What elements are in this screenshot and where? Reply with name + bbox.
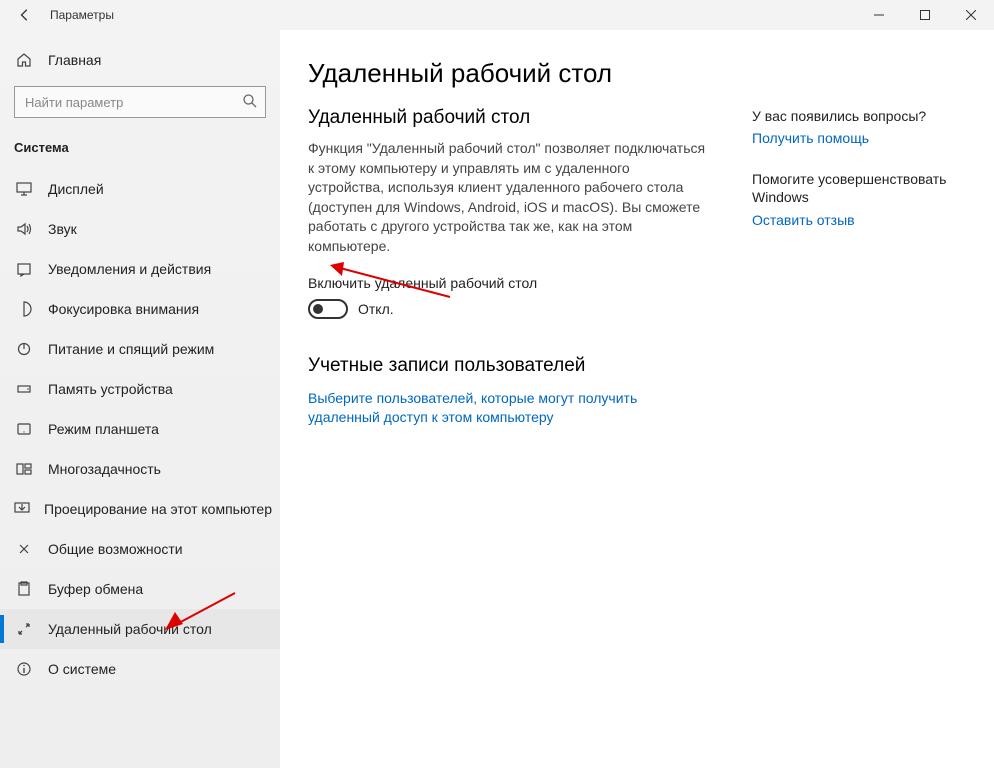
select-users-link[interactable]: Выберите пользователей, которые могут по…: [308, 389, 708, 428]
sidebar-item-label: Многозадачность: [48, 461, 161, 477]
power-icon: [14, 339, 34, 359]
clipboard-icon: [14, 579, 34, 599]
sidebar-item-3[interactable]: Фокусировка внимания: [0, 289, 280, 329]
window-title: Параметры: [50, 8, 114, 22]
remote-icon: [14, 619, 34, 639]
remote-toggle[interactable]: [308, 299, 348, 319]
feedback-link[interactable]: Оставить отзыв: [752, 212, 962, 228]
tablet-icon: [14, 419, 34, 439]
notifications-icon: [14, 259, 34, 279]
sidebar-item-11[interactable]: Удаленный рабочий стол: [0, 609, 280, 649]
sidebar-item-9[interactable]: Общие возможности: [0, 529, 280, 569]
sidebar-item-2[interactable]: Уведомления и действия: [0, 249, 280, 289]
sidebar-item-6[interactable]: Режим планшета: [0, 409, 280, 449]
page-title: Удаленный рабочий стол: [308, 58, 768, 89]
sidebar-item-7[interactable]: Многозадачность: [0, 449, 280, 489]
sidebar-item-label: Фокусировка внимания: [48, 301, 199, 317]
about-icon: [14, 659, 34, 679]
back-button[interactable]: [10, 0, 40, 30]
project-icon: [14, 499, 30, 519]
sidebar-item-5[interactable]: Память устройства: [0, 369, 280, 409]
toggle-label: Включить удаленный рабочий стол: [308, 275, 768, 291]
focus-icon: [14, 299, 34, 319]
section-users-title: Учетные записи пользователей: [308, 355, 768, 377]
home-label: Главная: [48, 52, 101, 68]
home-link[interactable]: Главная: [0, 42, 280, 78]
sidebar-item-label: Память устройства: [48, 381, 173, 397]
sidebar-item-label: Проецирование на этот компьютер: [44, 501, 272, 517]
minimize-button[interactable]: [856, 0, 902, 30]
search-input[interactable]: [14, 86, 266, 118]
sound-icon: [14, 219, 34, 239]
maximize-button[interactable]: [902, 0, 948, 30]
sidebar-item-label: Общие возможности: [48, 541, 183, 557]
sidebar-item-label: Уведомления и действия: [48, 261, 211, 277]
close-button[interactable]: [948, 0, 994, 30]
content-area: Удаленный рабочий стол Удаленный рабочий…: [280, 30, 994, 768]
sidebar: Главная Система Дисплей Звук Уведомления и…: [0, 30, 280, 768]
help-question: У вас появились вопросы?: [752, 108, 962, 124]
toggle-state-text: Откл.: [358, 301, 394, 317]
sidebar-item-label: Буфер обмена: [48, 581, 143, 597]
storage-icon: [14, 379, 34, 399]
help-panel: У вас появились вопросы? Получить помощь…: [752, 108, 962, 252]
sidebar-item-1[interactable]: Звук: [0, 209, 280, 249]
sidebar-item-label: О системе: [48, 661, 116, 677]
sidebar-item-label: Звук: [48, 221, 77, 237]
remote-description: Функция "Удаленный рабочий стол" позволя…: [308, 139, 708, 257]
display-icon: [14, 179, 34, 199]
sidebar-item-12[interactable]: О системе: [0, 649, 280, 689]
sidebar-item-8[interactable]: Проецирование на этот компьютер: [0, 489, 280, 529]
sidebar-item-4[interactable]: Питание и спящий режим: [0, 329, 280, 369]
sidebar-item-0[interactable]: Дисплей: [0, 169, 280, 209]
nav-list: Дисплей Звук Уведомления и действия Фокусир…: [0, 169, 280, 768]
shared-icon: [14, 539, 34, 559]
feedback-prompt: Помогите усовершенствовать Windows: [752, 170, 962, 206]
multitask-icon: [14, 459, 34, 479]
sidebar-item-label: Режим планшета: [48, 421, 159, 437]
get-help-link[interactable]: Получить помощь: [752, 130, 962, 146]
category-header: Система: [0, 134, 280, 169]
sidebar-item-label: Дисплей: [48, 181, 104, 197]
home-icon: [14, 50, 34, 70]
section-remote-title: Удаленный рабочий стол: [308, 107, 768, 129]
titlebar: Параметры: [0, 0, 994, 30]
sidebar-item-10[interactable]: Буфер обмена: [0, 569, 280, 609]
sidebar-item-label: Питание и спящий режим: [48, 341, 214, 357]
sidebar-item-label: Удаленный рабочий стол: [48, 621, 212, 637]
